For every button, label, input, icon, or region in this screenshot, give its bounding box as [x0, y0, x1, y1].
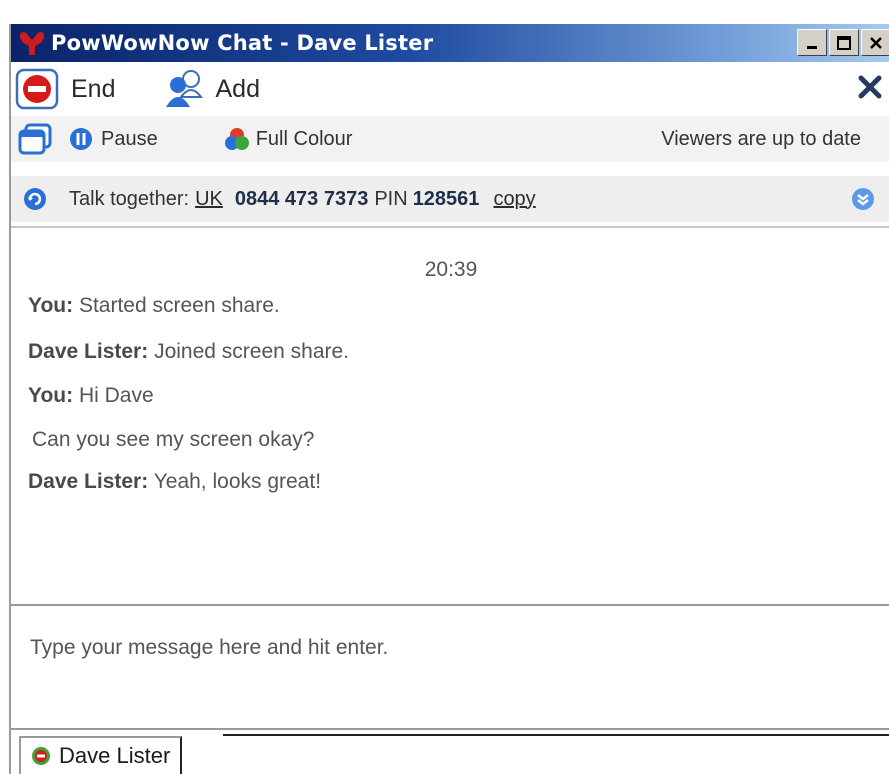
message-timestamp: 20:39	[424, 258, 478, 281]
divider	[11, 728, 889, 730]
message-text: Joined screen share.	[154, 340, 350, 363]
maximize-icon	[837, 35, 851, 50]
chat-message: Dave Lister: Joined screen share.	[28, 340, 349, 364]
message-sender: Dave Lister:	[28, 470, 149, 493]
share-toolbar: Pause Full Colour Viewers are up to date	[11, 116, 889, 162]
end-label: End	[71, 74, 116, 103]
talk-prefix: Talk together:	[69, 187, 190, 210]
end-button[interactable]: End	[15, 68, 115, 110]
close-icon	[870, 36, 882, 49]
colour-mode-icon	[224, 128, 249, 150]
window-title: PowWowNow Chat - Dave Lister	[51, 31, 434, 55]
close-window-button[interactable]	[861, 29, 889, 56]
message-text: Can you see my screen okay?	[32, 428, 315, 451]
window-mode-icon	[18, 123, 52, 155]
message-sender: You:	[28, 384, 74, 407]
pause-icon	[70, 128, 92, 150]
title-bar[interactable]: PowWowNow Chat - Dave Lister	[11, 24, 889, 62]
colour-label: Full Colour	[255, 127, 353, 150]
chat-transcript: 20:39 You: Started screen share. Dave Li…	[11, 228, 889, 604]
talk-together-bar: Talk together: UK 0844 473 7373 PIN 1285…	[11, 176, 889, 222]
chat-message: Can you see my screen okay?	[32, 428, 314, 452]
add-label: Add	[215, 74, 260, 103]
maximize-button[interactable]	[829, 29, 859, 56]
contact-status-icon	[32, 747, 50, 765]
message-text: Yeah, looks great!	[153, 470, 322, 493]
powwownow-logo-icon	[19, 32, 45, 55]
chat-message: You: Started screen share.	[28, 294, 280, 318]
window-mode-button[interactable]	[17, 122, 53, 156]
main-toolbar: End Add	[11, 66, 889, 112]
chat-message: You: Hi Dave	[28, 384, 154, 408]
end-call-icon	[15, 68, 59, 110]
tab-strip-border	[223, 734, 889, 736]
message-input-placeholder: Type your message here and hit enter.	[30, 636, 389, 659]
chat-window: PowWowNow Chat - Dave Lister End Add Pau…	[9, 24, 889, 774]
add-button[interactable]: Add	[163, 69, 260, 109]
close-icon	[858, 75, 882, 99]
message-input[interactable]: Type your message here and hit enter.	[11, 606, 889, 726]
tab-label: Dave Lister	[59, 743, 171, 768]
chat-message: Dave Lister: Yeah, looks great!	[28, 470, 321, 494]
message-sender: Dave Lister:	[28, 340, 149, 363]
pin-value: 128561	[412, 187, 480, 210]
pause-button[interactable]: Pause	[69, 127, 158, 151]
expand-chevron-icon[interactable]	[851, 187, 875, 211]
minimize-icon	[807, 45, 817, 49]
add-people-icon	[166, 70, 204, 107]
pin-label: PIN	[374, 187, 408, 210]
message-text: Hi Dave	[78, 384, 154, 407]
copy-link[interactable]: copy	[493, 188, 535, 211]
tab-dave-lister[interactable]: Dave Lister	[19, 736, 183, 774]
refresh-icon[interactable]	[23, 187, 47, 211]
colour-mode-button[interactable]: Full Colour	[224, 127, 353, 151]
pause-label: Pause	[101, 127, 158, 150]
message-sender: You:	[28, 294, 74, 317]
close-chat-button[interactable]	[857, 74, 883, 106]
country-link[interactable]: UK	[195, 188, 223, 211]
viewers-status: Viewers are up to date	[661, 128, 861, 150]
minimize-button[interactable]	[797, 29, 827, 56]
dial-in-number: 0844 473 7373	[234, 187, 369, 210]
message-text: Started screen share.	[78, 294, 280, 317]
